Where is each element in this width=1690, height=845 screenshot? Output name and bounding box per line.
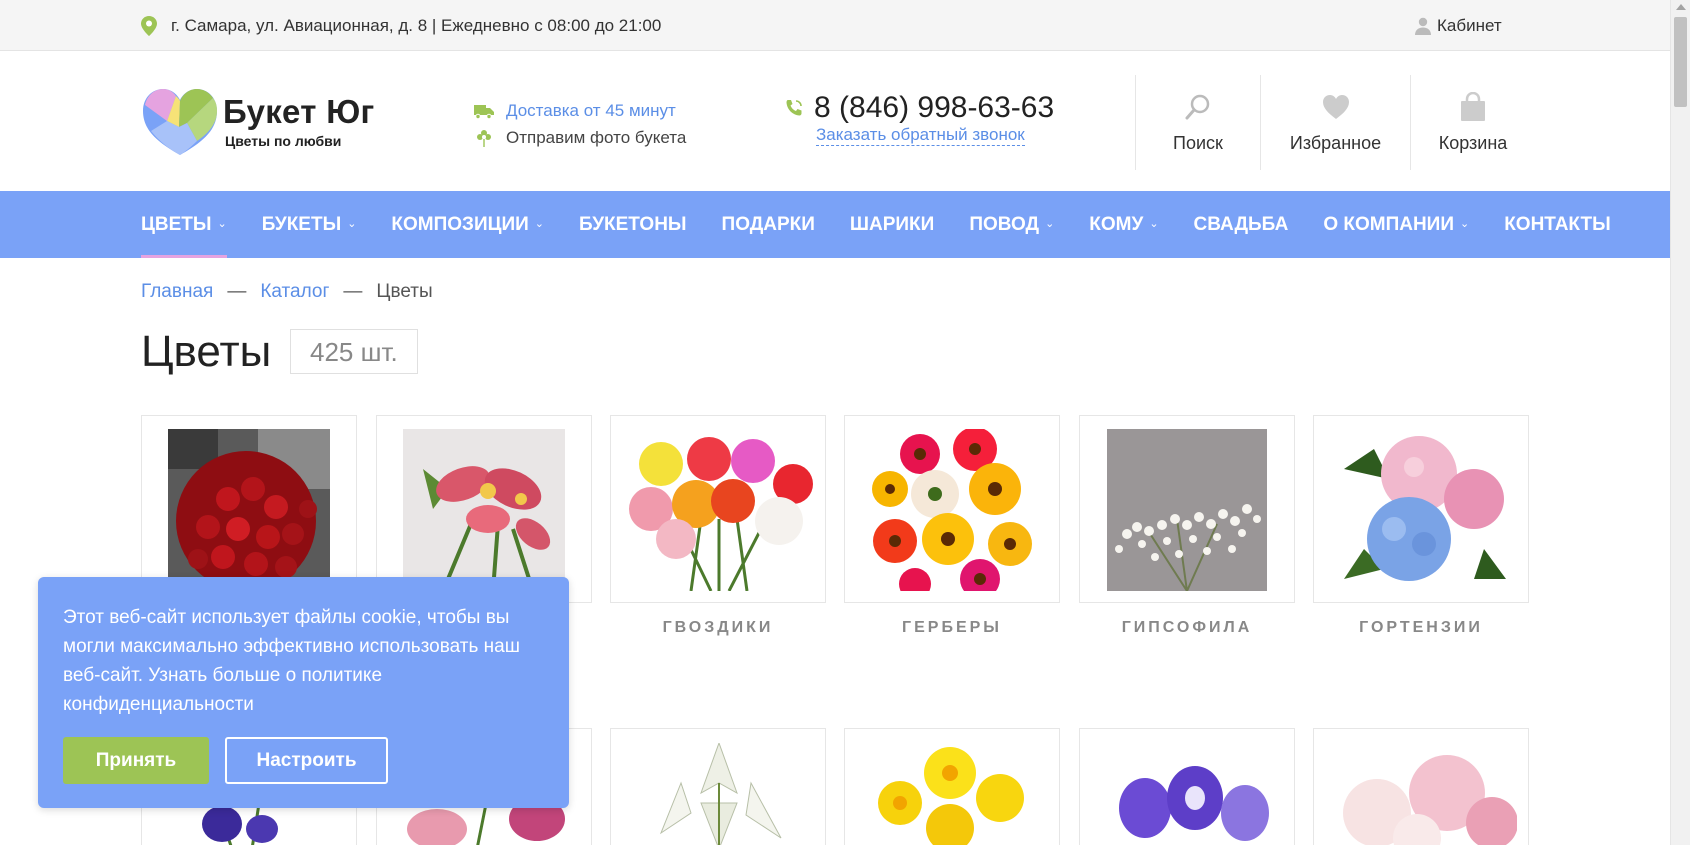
chevron-down-icon: ⌄: [1045, 218, 1055, 230]
category-card[interactable]: [376, 415, 592, 603]
narcissus-image: [860, 743, 1046, 845]
nav-item-contacts[interactable]: КОНТАКТЫ: [1504, 191, 1611, 258]
logo-subtitle: Цветы по любви: [225, 133, 342, 149]
cart-label: Корзина: [1438, 133, 1508, 153]
lilies-image: [641, 743, 797, 845]
category-card-hydrangeas[interactable]: [1313, 415, 1529, 603]
alstroemeria-image: [403, 429, 565, 591]
nav-item-gifts[interactable]: ПОДАРКИ: [722, 191, 815, 258]
breadcrumb-separator: —: [343, 281, 363, 302]
search-label: Поиск: [1173, 133, 1223, 153]
cabinet-label: Кабинет: [1437, 16, 1502, 35]
category-card-gypsophila[interactable]: [1079, 415, 1295, 603]
site-logo[interactable]: Букет Юг Цветы по любви: [141, 87, 375, 157]
page-scrollbar[interactable]: [1670, 0, 1690, 845]
product-count-badge: 425 шт.: [290, 329, 418, 374]
category-card[interactable]: [610, 728, 826, 845]
chevron-down-icon: ⌄: [217, 218, 227, 230]
category-label[interactable]: ГИПСОФИЛА: [1079, 619, 1295, 637]
nav-item-bouquets[interactable]: БУКЕТЫ ⌄: [262, 191, 357, 258]
chevron-down-icon: ⌄: [534, 218, 545, 230]
phone-number[interactable]: 8 (846) 998-63-63: [814, 91, 1054, 125]
category-card[interactable]: [141, 415, 357, 603]
carnations-image: [621, 429, 817, 591]
breadcrumb-current: Цветы: [376, 281, 433, 302]
category-card-carnations[interactable]: [610, 415, 826, 603]
orchid-image: [1095, 753, 1281, 845]
chevron-down-icon: ⌄: [1459, 218, 1470, 230]
address-text: г. Самара, ул. Авиационная, д. 8 | Ежедн…: [171, 16, 662, 35]
flower-icon: [477, 129, 491, 147]
main-nav: ЦВЕТЫ ⌄ БУКЕТЫ ⌄ КОМПОЗИЦИИ ⌄ БУКЕТОНЫ ПОДА…: [0, 191, 1670, 258]
nav-item-buketony[interactable]: БУКЕТОНЫ: [579, 191, 687, 258]
category-label[interactable]: ГЕРБЕРЫ: [844, 619, 1060, 637]
category-card-gerberas[interactable]: [844, 415, 1060, 603]
nav-item-compositions[interactable]: КОМПОЗИЦИИ ⌄: [391, 191, 544, 258]
phone-block: 8 (846) 998-63-63 Заказать обратный звон…: [784, 91, 1054, 146]
breadcrumb-home[interactable]: Главная: [141, 281, 213, 303]
breadcrumb-catalog[interactable]: Каталог: [260, 281, 329, 303]
roses-image: [168, 429, 330, 591]
favorites-label: Избранное: [1289, 133, 1382, 153]
breadcrumb: Главная — Каталог — Цветы: [141, 281, 433, 303]
cabinet-link[interactable]: Кабинет: [1415, 16, 1502, 36]
chevron-down-icon: ⌄: [1149, 218, 1159, 230]
delivery-info: Доставка от 45 минут Отправим фото букет…: [474, 97, 686, 151]
chevron-down-icon: ⌄: [347, 218, 357, 230]
nav-item-about[interactable]: О КОМПАНИИ ⌄: [1323, 191, 1469, 258]
photo-info-text: Отправим фото букета: [506, 127, 687, 147]
phone-icon: [786, 100, 802, 116]
gypsophila-image: [1107, 429, 1267, 591]
nav-item-balloons[interactable]: ШАРИКИ: [850, 191, 934, 258]
page-title: Цветы: [141, 327, 272, 376]
gerberas-image: [870, 429, 1034, 591]
search-icon: [1185, 94, 1210, 120]
category-label[interactable]: ГВОЗДИКИ: [610, 619, 826, 637]
scroll-up-arrow-icon[interactable]: [1676, 4, 1686, 10]
address-info: г. Самара, ул. Авиационная, д. 8 | Ежедн…: [141, 16, 661, 36]
category-card[interactable]: [844, 728, 1060, 845]
peonies-image: [1327, 753, 1517, 845]
search-button[interactable]: Поиск: [1135, 75, 1260, 170]
scrollbar-thumb[interactable]: [1674, 17, 1687, 107]
hydrangeas-image: [1334, 429, 1510, 591]
shopping-bag-icon: [1461, 92, 1485, 121]
accept-cookies-button[interactable]: Принять: [63, 737, 209, 784]
site-header: Букет Юг Цветы по любви Доставка от 45 м…: [0, 51, 1670, 191]
category-card[interactable]: [1079, 728, 1295, 845]
favorites-button[interactable]: Избранное: [1260, 75, 1410, 170]
heart-icon: [1322, 95, 1349, 119]
nav-item-occasion[interactable]: ПОВОД ⌄: [969, 191, 1054, 258]
callback-link[interactable]: Заказать обратный звонок: [816, 125, 1025, 146]
top-bar: г. Самара, ул. Авиационная, д. 8 | Ежедн…: [0, 0, 1670, 51]
cookie-settings-button[interactable]: Настроить: [225, 737, 388, 784]
cart-button[interactable]: Корзина: [1410, 75, 1535, 170]
category-card[interactable]: [1313, 728, 1529, 845]
cookie-consent-banner: Этот веб-сайт использует файлы cookie, ч…: [38, 577, 569, 808]
logo-heart-icon: [143, 89, 217, 155]
user-icon: [1415, 17, 1431, 35]
nav-item-flowers[interactable]: ЦВЕТЫ ⌄: [141, 191, 227, 258]
truck-icon: [474, 104, 494, 119]
logo-title: Букет Юг: [223, 93, 375, 130]
cookie-text: Этот веб-сайт использует файлы cookie, ч…: [63, 607, 520, 715]
location-pin-icon: [141, 16, 157, 36]
breadcrumb-separator: —: [227, 281, 247, 302]
photo-info: Отправим фото букета: [474, 124, 686, 151]
nav-item-recipient[interactable]: КОМУ ⌄: [1089, 191, 1158, 258]
nav-item-wedding[interactable]: СВАДЬБА: [1194, 191, 1289, 258]
delivery-time-link[interactable]: Доставка от 45 минут: [474, 97, 686, 124]
category-label[interactable]: ГОРТЕНЗИИ: [1313, 619, 1529, 637]
delivery-time-text: Доставка от 45 минут: [506, 100, 676, 120]
